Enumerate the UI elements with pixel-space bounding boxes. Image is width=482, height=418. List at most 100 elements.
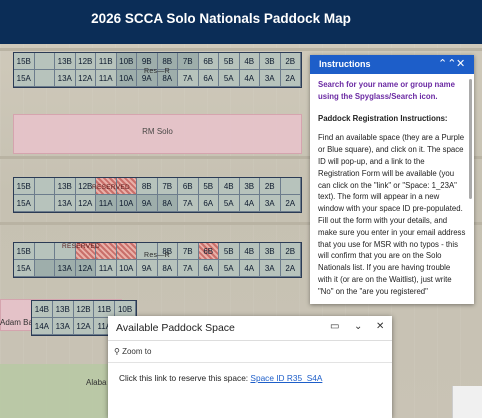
paddock-space[interactable]: 2A [280, 70, 301, 87]
collapse-icon[interactable]: ⌃⌃ [438, 57, 456, 70]
paddock-space[interactable]: 13A [55, 260, 76, 277]
paddock-space[interactable]: 4A [239, 195, 260, 212]
paddock-space[interactable]: 12A [75, 195, 96, 212]
map-corner-control[interactable] [452, 386, 482, 418]
paddock-space[interactable]: 6B [198, 53, 219, 70]
paddock-space[interactable] [34, 53, 55, 70]
chevron-down-icon[interactable]: ⌄ [354, 321, 362, 332]
paddock-space[interactable]: 15A [14, 260, 35, 277]
row-label: Res—R [144, 68, 171, 75]
paddock-space[interactable]: 13B [55, 178, 76, 195]
paddock-space[interactable]: 6A [198, 260, 219, 277]
paddock-space[interactable]: 4B [239, 53, 260, 70]
paddock-space[interactable]: 13B [55, 53, 76, 70]
reserve-space-link[interactable]: Space ID R35_S4A [250, 373, 322, 383]
paddock-space[interactable]: 7A [178, 195, 199, 212]
instructions-intro: Search for your name or group name using… [318, 80, 455, 101]
paddock-space[interactable] [34, 243, 55, 260]
paddock-space[interactable]: 9A [137, 260, 158, 277]
paddock-space[interactable]: 7A [178, 260, 199, 277]
paddock-space[interactable]: 5B [219, 53, 240, 70]
paddock-space[interactable]: 15A [14, 195, 35, 212]
popup-message-text: Click this link to reserve this space: [119, 373, 249, 383]
paddock-space[interactable]: 6A [198, 70, 219, 87]
dock-icon[interactable]: ▭ [330, 321, 339, 332]
paddock-space[interactable]: 12B [75, 53, 96, 70]
paddock-space[interactable]: 10A [116, 260, 137, 277]
paddock-space[interactable]: 5B [219, 243, 240, 260]
paddock-space[interactable]: 3A [260, 70, 281, 87]
instructions-header: Instructions ⌃⌃ ✕ [310, 55, 474, 74]
road-stripe [0, 48, 482, 51]
paddock-space[interactable]: 13A [52, 318, 74, 335]
paddock-space[interactable]: 15B [14, 243, 35, 260]
reserved-label: RESERVED [92, 184, 131, 191]
paddock-space[interactable]: 2B [280, 243, 301, 260]
paddock-space[interactable]: 14B [32, 301, 53, 318]
paddock-space[interactable]: 4A [239, 70, 260, 87]
instructions-panel: Instructions ⌃⌃ ✕ Search for your name o… [310, 55, 474, 304]
paddock-space[interactable]: 2A [280, 195, 301, 212]
paddock-space[interactable]: 13B [52, 301, 74, 318]
paddock-space[interactable]: 3B [260, 53, 281, 70]
paddock-space[interactable]: 7B [157, 178, 178, 195]
paddock-space[interactable] [280, 178, 301, 195]
paddock-space[interactable]: 15B [14, 178, 35, 195]
paddock-space[interactable]: 15B [14, 53, 35, 70]
paddock-space[interactable]: 8A [157, 260, 178, 277]
paddock-space[interactable]: 3A [260, 260, 281, 277]
paddock-space[interactable]: 4A [239, 260, 260, 277]
paddock-space[interactable]: 5A [219, 70, 240, 87]
paddock-space[interactable]: 6B [178, 178, 199, 195]
paddock-space[interactable]: 10B [116, 53, 137, 70]
alabama-label: Alaba [86, 378, 107, 387]
popup-message: Click this link to reserve this space: S… [119, 373, 322, 383]
paddock-space[interactable]: 3B [260, 243, 281, 260]
paddock-space[interactable] [34, 260, 55, 277]
instructions-title: Instructions [319, 59, 371, 69]
paddock-space[interactable] [34, 195, 55, 212]
paddock-space[interactable]: 7A [178, 70, 199, 87]
instructions-text: Find an available space (they are a Purp… [318, 133, 466, 296]
paddock-space[interactable]: 4B [219, 178, 240, 195]
paddock-space[interactable]: 14A [32, 318, 53, 335]
paddock-space[interactable]: 13A [55, 70, 76, 87]
paddock-space[interactable]: 5A [219, 195, 240, 212]
paddock-space[interactable]: 7B [178, 243, 199, 260]
paddock-space[interactable]: 2B [280, 53, 301, 70]
paddock-space[interactable]: 13A [55, 195, 76, 212]
zoom-to-button[interactable]: ⚲ Zoom to [114, 347, 151, 356]
close-icon[interactable]: ✕ [376, 321, 384, 332]
paddock-space[interactable]: 11A [96, 70, 117, 87]
paddock-space[interactable]: 15A [14, 70, 35, 87]
paddock-space[interactable]: 6B [198, 243, 219, 260]
paddock-space[interactable]: 11A [96, 260, 117, 277]
paddock-space[interactable]: 12A [73, 318, 95, 335]
paddock-space[interactable]: 12A [75, 260, 96, 277]
paddock-space[interactable]: 10A [116, 70, 137, 87]
paddock-space[interactable]: 11A [96, 195, 117, 212]
paddock-space[interactable]: 4B [239, 243, 260, 260]
paddock-space[interactable]: 5A [219, 260, 240, 277]
close-icon[interactable]: ✕ [456, 57, 465, 70]
paddock-space[interactable]: 5B [198, 178, 219, 195]
paddock-space[interactable]: 8A [157, 195, 178, 212]
paddock-space[interactable]: 11B [96, 53, 117, 70]
paddock-space[interactable] [34, 178, 55, 195]
paddock-space[interactable] [116, 243, 137, 260]
paddock-space[interactable]: 8B [137, 178, 158, 195]
paddock-space[interactable]: 12A [75, 70, 96, 87]
rm-solo-zone[interactable]: RM Solo [13, 114, 302, 154]
paddock-space[interactable]: 6A [198, 195, 219, 212]
paddock-space[interactable]: 2A [280, 260, 301, 277]
paddock-space[interactable]: 12B [73, 301, 95, 318]
paddock-space[interactable]: 3A [260, 195, 281, 212]
paddock-space[interactable]: 9A [137, 195, 158, 212]
panel-scrollbar[interactable] [469, 79, 472, 199]
app-header: 2026 SCCA Solo Nationals Paddock Map [0, 0, 482, 44]
paddock-space[interactable]: 2B [260, 178, 281, 195]
paddock-space[interactable]: 3B [239, 178, 260, 195]
paddock-space[interactable] [34, 70, 55, 87]
paddock-space[interactable]: 10A [116, 195, 137, 212]
paddock-space[interactable]: 7B [178, 53, 199, 70]
